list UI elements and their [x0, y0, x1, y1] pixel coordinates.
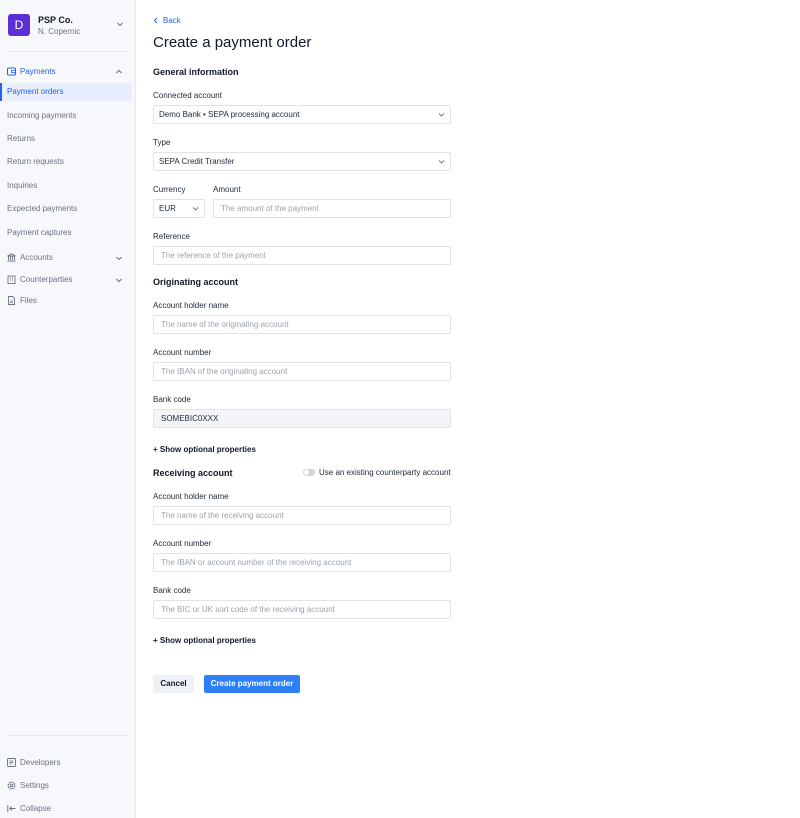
file-icon — [8, 296, 15, 305]
org-user: N. Copernic — [38, 27, 81, 36]
gear-icon — [7, 781, 16, 790]
reference-label: Reference — [153, 232, 190, 241]
chevron-down-icon — [192, 207, 199, 211]
sidebar-item-payment-captures[interactable]: Payment captures — [0, 224, 132, 242]
amount-label: Amount — [213, 185, 241, 194]
nav-group-payments[interactable]: Payments — [7, 65, 129, 79]
back-link[interactable]: Back — [153, 16, 181, 25]
currency-value: EUR — [159, 204, 176, 213]
originating-number-input[interactable]: The IBAN of the originating account — [153, 362, 451, 381]
sidebar-item-label: Accounts — [20, 253, 53, 262]
amount-input[interactable]: The amount of the payment — [213, 199, 451, 218]
originating-account-heading: Originating account — [153, 277, 239, 287]
chevron-down-icon — [438, 160, 445, 164]
sidebar-item-counterparties[interactable]: Counterparties — [7, 273, 129, 287]
originating-bank-code-label: Bank code — [153, 395, 191, 404]
general-information-heading: General information — [153, 67, 239, 77]
chevron-left-icon — [153, 17, 158, 24]
code-icon — [7, 758, 16, 767]
sidebar-item-inquiries[interactable]: Inquiries — [0, 177, 132, 195]
receiving-holder-input[interactable]: The name of the receiving account — [153, 506, 451, 525]
sidebar-item-files[interactable]: Files — [7, 294, 129, 308]
use-existing-counterparty-toggle[interactable]: Use an existing counterparty account — [303, 467, 455, 479]
sidebar-item-label: Developers — [20, 758, 61, 767]
payments-icon — [7, 67, 16, 76]
nav-group-label: Payments — [20, 67, 56, 76]
sidebar-collapse-button[interactable]: Collapse — [7, 802, 129, 816]
chevron-down-icon — [117, 22, 123, 27]
connected-account-value: Demo Bank • SEPA processing account — [159, 110, 300, 119]
reference-input[interactable]: The reference of the payment — [153, 246, 451, 265]
sidebar-item-return-requests[interactable]: Return requests — [0, 153, 132, 171]
receiving-bank-code-label: Bank code — [153, 586, 191, 595]
sidebar-item-settings[interactable]: Settings — [7, 779, 129, 793]
originating-holder-label: Account holder name — [153, 301, 229, 310]
sidebar-item-label: Files — [20, 296, 37, 305]
chevron-down-icon — [116, 256, 122, 261]
receiving-show-optional-link[interactable]: + Show optional properties — [153, 636, 256, 645]
originating-holder-input[interactable]: The name of the originating account — [153, 315, 451, 334]
receiving-bank-code-input[interactable]: The BIC or UK sort code of the receiving… — [153, 600, 451, 619]
collapse-icon — [7, 805, 16, 812]
connected-account-select[interactable]: Demo Bank • SEPA processing account — [153, 105, 451, 124]
bank-icon — [7, 253, 16, 262]
type-value: SEPA Credit Transfer — [159, 157, 235, 166]
sidebar-item-payment-orders[interactable]: Payment orders — [0, 83, 132, 101]
type-select[interactable]: SEPA Credit Transfer — [153, 152, 451, 171]
chevron-down-icon — [116, 278, 122, 283]
currency-select[interactable]: EUR — [153, 199, 205, 218]
sidebar-item-label: Settings — [20, 781, 49, 790]
receiving-account-heading: Receiving account — [153, 468, 233, 478]
receiving-number-input[interactable]: The IBAN or account number of the receiv… — [153, 553, 451, 572]
sidebar-item-expected-payments[interactable]: Expected payments — [0, 200, 132, 218]
currency-label: Currency — [153, 185, 186, 194]
sidebar-item-incoming-payments[interactable]: Incoming payments — [0, 107, 132, 125]
sidebar: D PSP Co. N. Copernic Payments Payment o… — [0, 0, 136, 818]
receiving-number-label: Account number — [153, 539, 212, 548]
originating-show-optional-link[interactable]: + Show optional properties — [153, 445, 256, 454]
create-payment-order-button[interactable]: Create payment order — [204, 675, 300, 693]
sidebar-item-label: Counterparties — [20, 275, 73, 284]
cancel-button[interactable]: Cancel — [153, 675, 194, 693]
type-label: Type — [153, 138, 171, 147]
org-name: PSP Co. — [38, 15, 73, 25]
connected-account-label: Connected account — [153, 91, 222, 100]
toggle-label: Use an existing counterparty account — [319, 468, 451, 477]
chevron-down-icon — [438, 113, 445, 117]
chevron-up-icon — [116, 69, 122, 74]
sidebar-divider — [6, 735, 128, 736]
sidebar-item-accounts[interactable]: Accounts — [7, 251, 129, 265]
page-title: Create a payment order — [153, 34, 312, 51]
sidebar-item-developers[interactable]: Developers — [7, 756, 129, 770]
toggle-knob — [304, 470, 309, 475]
sidebar-item-returns[interactable]: Returns — [0, 130, 132, 148]
back-label: Back — [163, 16, 181, 25]
building-icon — [7, 275, 16, 284]
sidebar-divider — [6, 51, 128, 52]
sidebar-item-label: Collapse — [20, 804, 52, 813]
originating-number-label: Account number — [153, 348, 212, 357]
org-switcher[interactable]: D PSP Co. N. Copernic — [8, 14, 128, 40]
originating-bank-code-input[interactable]: SOMEBIC0XXX — [153, 409, 451, 428]
org-logo: D — [8, 14, 30, 36]
receiving-holder-label: Account holder name — [153, 492, 229, 501]
